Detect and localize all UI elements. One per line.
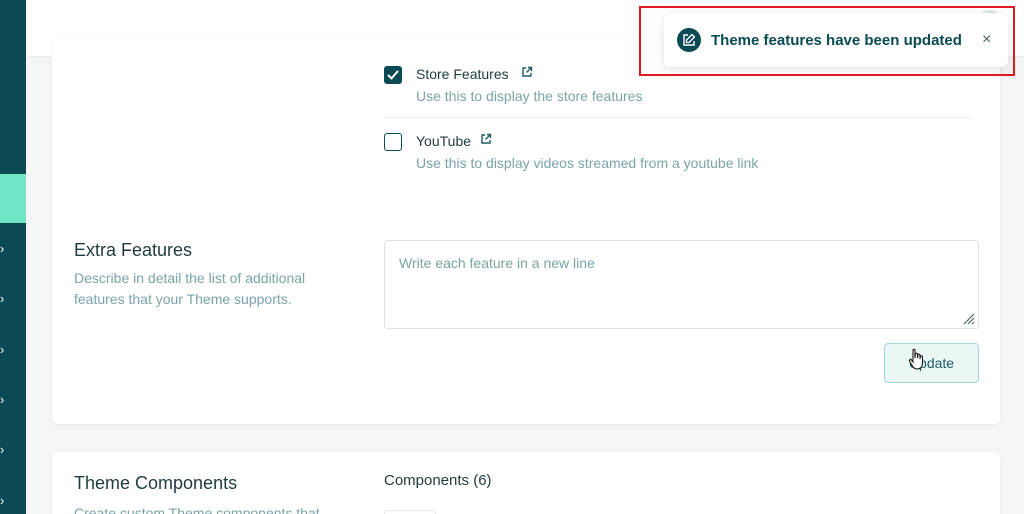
- sidebar: › › › › › ›: [0, 0, 26, 514]
- youtube-description: Use this to display videos streamed from…: [416, 155, 759, 171]
- components-count-label: Components (6): [384, 472, 492, 489]
- sidebar-chevron-right-icon[interactable]: ›: [0, 443, 10, 457]
- divider: [384, 117, 972, 118]
- sidebar-chevron-right-icon[interactable]: ›: [0, 393, 10, 407]
- sidebar-chevron-right-icon[interactable]: ›: [0, 494, 10, 508]
- external-link-icon[interactable]: [480, 133, 492, 145]
- sidebar-chevron-right-icon[interactable]: ›: [0, 292, 10, 306]
- store-features-description: Use this to display the store features: [416, 88, 643, 104]
- update-button[interactable]: Update: [884, 343, 979, 383]
- store-features-title: Store Features: [416, 66, 509, 82]
- extra-features-title: Extra Features: [74, 240, 193, 260]
- theme-components-description: Create custom Theme components that: [74, 505, 320, 514]
- check-icon: [387, 70, 399, 80]
- store-features-checkbox[interactable]: [384, 66, 402, 84]
- extra-features-textarea[interactable]: Write each feature in a new line: [384, 240, 979, 329]
- youtube-title: YouTube: [416, 133, 472, 149]
- sidebar-chevron-right-icon[interactable]: ›: [0, 242, 10, 256]
- external-link-icon[interactable]: [521, 66, 533, 78]
- sidebar-chevron-right-icon[interactable]: ›: [0, 343, 10, 357]
- youtube-checkbox[interactable]: [384, 133, 402, 151]
- theme-components-title: Theme Components: [74, 473, 238, 493]
- resize-grip-icon[interactable]: [961, 311, 975, 325]
- component-item[interactable]: [384, 510, 436, 514]
- sidebar-item-active[interactable]: [0, 174, 26, 223]
- hand-cursor-icon: [908, 348, 924, 370]
- extra-features-placeholder: Write each feature in a new line: [399, 255, 595, 271]
- extra-features-description: Describe in detail the list of additiona…: [74, 270, 306, 307]
- highlight-box: [639, 6, 1015, 76]
